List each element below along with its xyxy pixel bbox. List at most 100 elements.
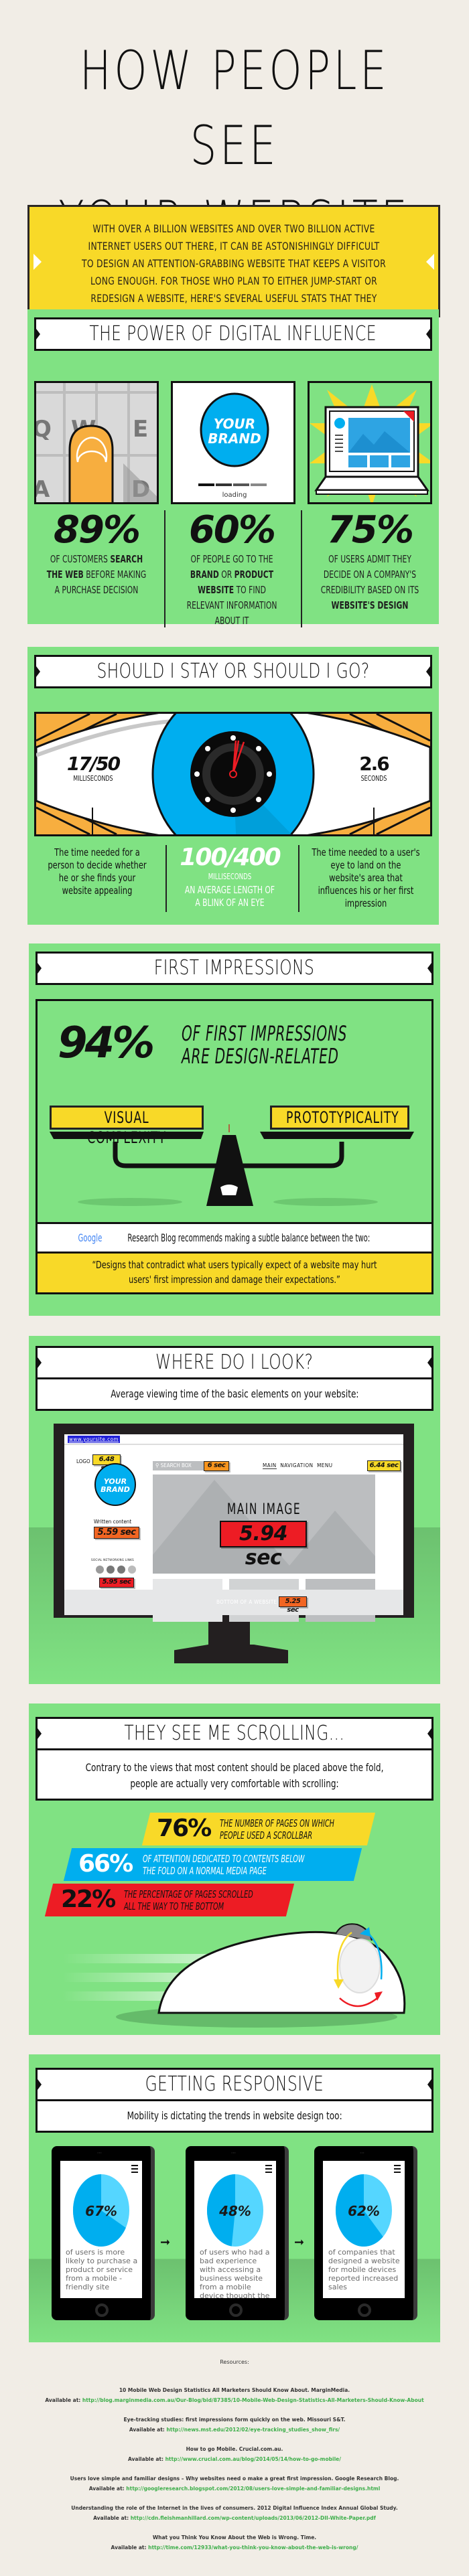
resource-link[interactable]: http://blog.marginmedia.com.au/Our-Blog/…: [82, 2397, 424, 2403]
stat-60-text: of people go to the: [190, 553, 273, 565]
url-text[interactable]: www.yoursite.com: [68, 1436, 121, 1443]
menu-icon[interactable]: [394, 2165, 401, 2173]
center-stat-value: 100/400: [180, 844, 281, 871]
stat-75-highlight: website's design: [331, 599, 409, 611]
phone-speaker: ···: [231, 2150, 236, 2156]
section-subtitle: Contrary to the views that most content …: [36, 1748, 433, 1801]
section-heading: THEY SEE ME SCROLLING...: [36, 1717, 433, 1750]
brand-text-2: BRAND: [208, 431, 261, 447]
brand-logo-icon: YOUR BRAND: [94, 1463, 136, 1506]
nav-main[interactable]: MAIN: [263, 1462, 277, 1469]
main-image-label: MAIN IMAGE: [226, 1501, 302, 1518]
monitor-illustration: www.yoursite.com LOGO 6.48 sec YOUR BRAN…: [54, 1424, 414, 1687]
stat-89-text: of customers: [50, 553, 111, 565]
stat-75-desc: of users admit they decide on a company'…: [306, 552, 433, 613]
nav-time-badge: 6.44 sec: [367, 1460, 401, 1471]
stat-75-text: of users admit they decide on a company'…: [320, 553, 419, 596]
divider: [298, 845, 299, 912]
phone-3-text: of companies that designed a website for…: [328, 2248, 400, 2291]
available-label: Available at:: [111, 2545, 149, 2551]
social-icon[interactable]: [96, 1566, 104, 1574]
section-digital-influence: THE POWER OF DIGITAL INFLUENCE Q W E A D: [27, 309, 439, 627]
social-time-badge: 5.95 sec: [99, 1578, 134, 1588]
stat-60-text-mid: or: [218, 569, 234, 581]
resource-link[interactable]: http://www.crucial.com.au/blog/2014/05/1…: [165, 2456, 341, 2462]
home-button[interactable]: [95, 2303, 109, 2317]
left-stat-value: 17/50: [66, 753, 121, 775]
available-label: Available at:: [129, 2427, 167, 2433]
social-icon[interactable]: [107, 1566, 115, 1574]
monitor-base: [174, 1645, 288, 1663]
section-heading-text: SHOULD I STAY OR SHOULD I GO?: [96, 660, 370, 683]
resource-item: What you Think You Know About the Web is…: [0, 2532, 469, 2553]
right-desc: The time needed to a user's eye to land …: [302, 846, 429, 910]
google-logo: Google: [78, 1231, 103, 1244]
resource-link[interactable]: http://googleresearch.blogspot.com/2012/…: [126, 2486, 380, 2492]
key-q: Q: [36, 416, 52, 443]
divider: [165, 845, 167, 912]
section-stay-or-go: SHOULD I STAY OR SHOULD I GO? 17/50 MILL…: [27, 647, 439, 925]
stat-76-value: 76%: [157, 1815, 211, 1842]
available-label: Available at:: [128, 2456, 165, 2462]
resource-link[interactable]: http://time.com/12933/what-you-think-you…: [148, 2545, 358, 2551]
phone-speaker: ···: [97, 2150, 102, 2156]
key-e: E: [133, 416, 148, 443]
center-stat: 100/400 MILLISECONDS AN AVERAGE LENGTH O…: [170, 844, 290, 909]
right-stat: 2.6 SECONDS: [354, 754, 394, 783]
loading-bar: [198, 483, 267, 486]
social-icon[interactable]: [117, 1566, 125, 1574]
left-desc-text: The time needed for a person to decide w…: [48, 846, 147, 897]
key-a: A: [36, 476, 50, 503]
available-label: Available at:: [93, 2515, 131, 2521]
stat-76-line2: PEOPLE USED A SCROLLBAR: [220, 1829, 313, 1841]
center-stat-desc: AN AVERAGE LENGTH OF A BLINK OF AN EYE: [184, 884, 275, 909]
resource-link[interactable]: http://cdn.fleishmanhillard.com/wp-conte…: [131, 2515, 376, 2521]
laptop-starburst-icon: [310, 384, 430, 502]
divider: [164, 510, 165, 627]
stat-66-value: 66%: [78, 1850, 133, 1878]
written-content-label: Written content: [94, 1519, 132, 1525]
resource-title: How to go Mobile. Crucial.com.au.: [186, 2446, 283, 2452]
balance-scale-icon: [50, 1124, 414, 1206]
phone-3: ··· 62% of companies that designed a web…: [314, 2146, 417, 2320]
section-heading-text: THEY SEE ME SCROLLING...: [124, 1722, 345, 1745]
right-stat-value: 2.6: [359, 753, 390, 775]
search-time-badge: 6 sec: [204, 1461, 229, 1471]
resource-link-line: Available at: http://googleresearch.blog…: [0, 2484, 469, 2494]
stat-60-desc: of people go to the brand or product web…: [168, 552, 295, 629]
resource-title: Eye-tracking studies: first impressions …: [123, 2417, 346, 2423]
center-stat-unit: MILLISECONDS: [208, 872, 252, 881]
brand-text-1: YOUR: [214, 416, 255, 432]
menu-icon[interactable]: [131, 2165, 138, 2173]
search-icon: ⚲: [155, 1462, 159, 1468]
resource-title: Understanding the role of the Internet i…: [71, 2505, 398, 2511]
resource-item: Eye-tracking studies: first impressions …: [0, 2415, 469, 2435]
stat-22-line1: THE PERCENTAGE OF PAGES SCROLLED: [124, 1888, 253, 1900]
brand-loading-illustration: YOUR BRAND loading: [171, 381, 295, 504]
social-icon[interactable]: [128, 1566, 136, 1574]
home-button[interactable]: [229, 2303, 243, 2317]
quote-box: “Designs that contradict what users typi…: [36, 1252, 433, 1294]
resource-link[interactable]: http://news.mst.edu/2012/02/eye-tracking…: [166, 2427, 340, 2433]
social-icons: [96, 1566, 136, 1574]
resources-list: 10 Mobile Web Design Statistics All Mark…: [0, 2385, 469, 2562]
home-button[interactable]: [358, 2303, 371, 2317]
resource-title: What you Think You Know About the Web is…: [152, 2534, 317, 2541]
brand-logo-icon: YOUR BRAND loading: [198, 392, 269, 499]
pie-label: 67%: [85, 2203, 117, 2219]
pie-chart-48: 48%: [207, 2174, 263, 2247]
section-scrolling: THEY SEE ME SCROLLING... Contrary to the…: [29, 1703, 440, 2035]
pie-chart-67: 67%: [73, 2174, 129, 2247]
search-box[interactable]: ⚲ SEARCH BOX: [153, 1461, 204, 1470]
menu-icon[interactable]: [265, 2165, 272, 2173]
main-image-time-badge: 5.94 sec: [220, 1521, 307, 1570]
section-heading-text: FIRST IMPRESSIONS: [154, 956, 315, 980]
phone-screen: 48% of users who had a bad experience wi…: [194, 2161, 276, 2298]
nav-rest[interactable]: NAVIGATION MENU: [280, 1462, 332, 1468]
stat-60-highlight: brand: [190, 569, 219, 581]
resource-item: Understanding the role of the Internet i…: [0, 2503, 469, 2523]
laptop-illustration: [308, 381, 432, 504]
left-desc: The time needed for a person to decide w…: [37, 846, 157, 897]
stat-66-stripe: 66% OF ATTENTION DEDICATED TO CONTENTS B…: [63, 1848, 362, 1881]
scale-box: 94% OF FIRST IMPRESSIONS ARE DESIGN-RELA…: [36, 999, 433, 1224]
